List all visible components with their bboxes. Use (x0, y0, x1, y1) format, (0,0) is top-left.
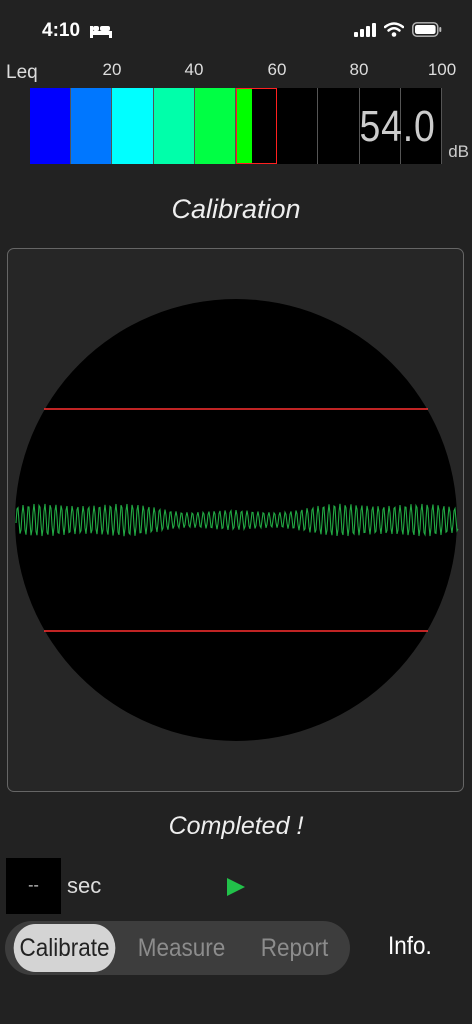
level-segment (318, 88, 360, 164)
level-segment (153, 88, 195, 164)
level-unit: dB (448, 142, 469, 161)
tab-calibrate[interactable]: Calibrate (13, 924, 116, 972)
meter-tick: 60 (267, 60, 287, 79)
leq-label: Leq (6, 62, 38, 83)
play-icon[interactable] (226, 877, 246, 902)
mode-segmented-control: Calibrate Measure Report (5, 921, 350, 975)
level-segment (30, 88, 72, 164)
status-message: Completed ! (168, 812, 304, 840)
timer-display[interactable]: -- (6, 858, 61, 914)
level-readout: 54.0 (359, 102, 436, 151)
oscilloscope-display (15, 299, 459, 741)
status-bar: 4:10 (0, 0, 472, 58)
info-button[interactable]: Info. (388, 932, 432, 961)
tab-report[interactable]: Report (244, 924, 346, 972)
page-title: Calibration (171, 194, 301, 224)
level-segment (277, 88, 319, 164)
meter-tick: 80 (349, 60, 369, 79)
sleep-focus-icon (90, 22, 112, 43)
status-icons (354, 22, 442, 42)
oscilloscope-panel (7, 248, 464, 792)
meter-tick: 40 (184, 60, 204, 79)
timer-unit-label: sec (67, 873, 102, 898)
meter-tick: 20 (102, 60, 122, 79)
battery-icon (412, 22, 442, 42)
meter-tick: 100 (427, 60, 457, 79)
cellular-signal-icon (354, 22, 376, 42)
status-time: 4:10 (42, 20, 81, 41)
level-segment (112, 88, 154, 164)
level-segment (71, 88, 113, 164)
tab-measure[interactable]: Measure (131, 924, 233, 972)
level-meter: Leq 20 40 60 80 100 54.0 dB (0, 58, 472, 178)
level-segment (194, 88, 236, 164)
wifi-icon (383, 22, 405, 42)
level-peak-marker (236, 88, 278, 164)
